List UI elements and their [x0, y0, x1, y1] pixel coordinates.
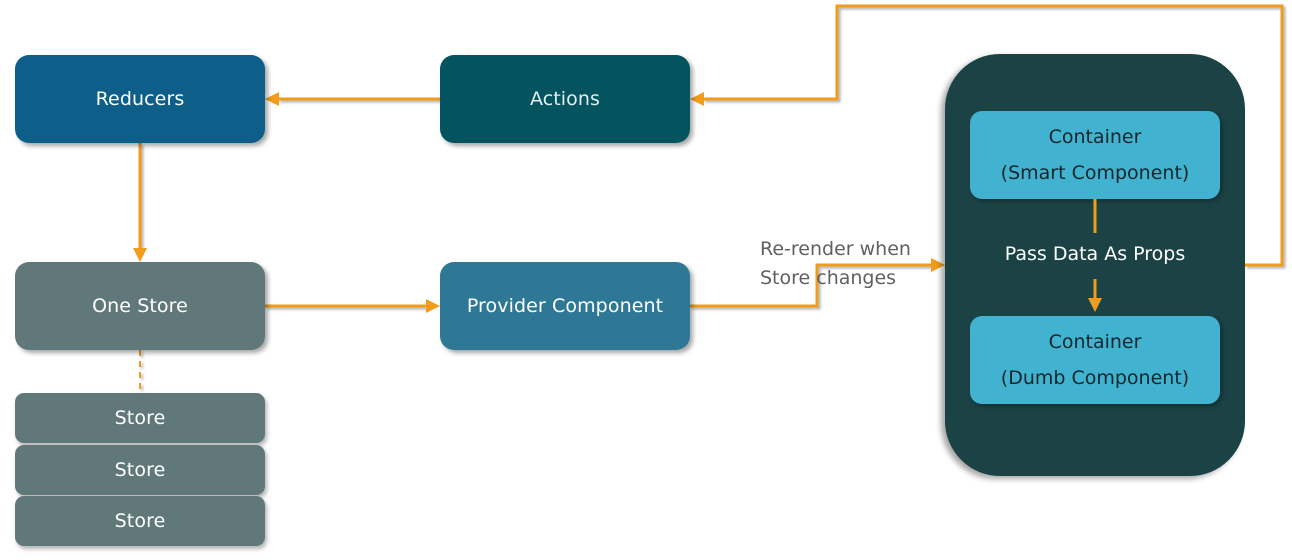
- smart-container-subtitle: (Smart Component): [1000, 162, 1190, 184]
- reducers-label: Reducers: [95, 88, 185, 110]
- arrowhead-provider: [426, 299, 440, 313]
- actions-node: Actions: [440, 55, 690, 143]
- store-node: Store: [15, 393, 265, 443]
- arrowhead-reducers: [265, 92, 279, 106]
- smart-container-node: Container (Smart Component): [970, 111, 1220, 199]
- arrowhead-onestore: [133, 248, 147, 262]
- smart-container-title: Container: [1048, 126, 1142, 148]
- dumb-container-title: Container: [1048, 331, 1142, 353]
- rerender-label-line1: Re-render when: [760, 238, 911, 260]
- arrowhead-panel: [931, 258, 945, 272]
- store-label: Store: [114, 459, 166, 481]
- one-store-label: One Store: [92, 295, 188, 317]
- store-label: Store: [114, 510, 166, 532]
- provider-component-label: Provider Component: [466, 295, 664, 317]
- store-node: Store: [15, 445, 265, 495]
- pass-props-label: Pass Data As Props: [1004, 243, 1186, 265]
- dumb-container-subtitle: (Dumb Component): [1000, 367, 1190, 389]
- provider-component-node: Provider Component: [440, 262, 690, 350]
- store-label: Store: [114, 407, 166, 429]
- rerender-label-line2: Store changes: [760, 267, 897, 289]
- rerender-label: Re-render when Store changes: [760, 235, 911, 293]
- dumb-container-node: Container (Dumb Component): [970, 316, 1220, 404]
- arrowhead-actions: [690, 92, 704, 106]
- one-store-node: One Store: [15, 262, 265, 350]
- actions-label: Actions: [529, 88, 601, 110]
- reducers-node: Reducers: [15, 55, 265, 143]
- store-node: Store: [15, 496, 265, 546]
